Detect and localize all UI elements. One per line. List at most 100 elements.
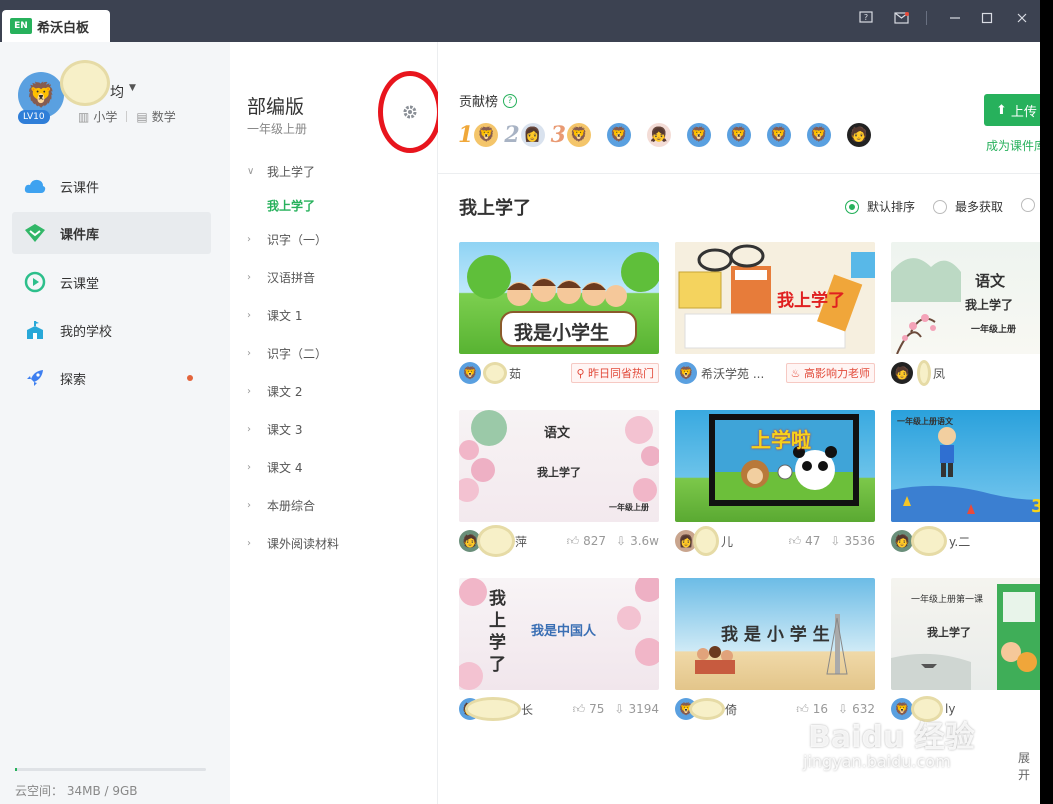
upload-button[interactable]: ⬆ 上传 [984,94,1040,126]
nav-item-explore[interactable]: 探索 [12,357,211,399]
sort-more-radio[interactable] [1021,198,1040,212]
rank-title-label: 贡献榜 [459,95,499,110]
contributor-avatar[interactable]: 👩 [520,123,545,147]
courseware-card[interactable]: 我 是 小 学 生 🦁 倚 👍︎ 16 ⇩ 632 [675,578,875,724]
contributor-avatar[interactable]: 🦁 [766,123,791,147]
expand-more-link[interactable]: 展开 [1018,749,1040,783]
nav-item-my-school[interactable]: 我的学校 [12,309,211,351]
catalog-item[interactable]: › 识字（二） [247,345,327,362]
author-avatar[interactable]: 🦁 [459,362,481,384]
author-name[interactable]: y.二 [949,533,970,550]
catalog-item[interactable]: › 汉语拼音 [247,269,315,286]
catalog-item[interactable]: › 本册综合 [247,497,315,514]
chevron-right-icon: › [247,386,251,397]
user-name[interactable]: 均 [110,82,124,102]
thumbs-up-icon[interactable]: 👍︎ [573,702,586,717]
card-footer: 🦁 希沃学苑 ... ♨ 高影响力老师 [675,358,875,388]
author-name[interactable]: 萍 [515,533,527,550]
contributor-avatar[interactable]: 🦁 [726,123,751,147]
mail-icon[interactable] [888,8,914,28]
redaction-blob [477,525,515,557]
author-name[interactable]: 长 [521,701,533,718]
courseware-card[interactable]: 我是小学生 🦁 茹 ⚲ 昨日同省热门 [459,242,659,388]
catalog-item[interactable]: › 课文 2 [247,383,302,400]
nav-item-cloud-courseware[interactable]: 云课件 [12,165,211,207]
contributor-avatar[interactable]: 👧 [646,123,671,147]
sort-default-radio[interactable]: 默认排序 [845,198,915,215]
contributor-avatar[interactable]: 🧑 [846,123,871,147]
catalog-item[interactable]: › 课文 4 [247,459,302,476]
catalog-subitem-selected[interactable]: 我上学了 [267,197,315,214]
help-icon[interactable]: ? [503,93,518,108]
download-icon[interactable]: ⇩ [616,534,626,548]
close-icon[interactable] [1009,8,1035,28]
author-avatar[interactable]: 🦁 [675,362,697,384]
textbook-title[interactable]: 部编版 [247,92,304,119]
card-stats: 👍︎ 75 ⇩ 3194 [573,702,659,717]
author-name[interactable]: 茹 [509,365,521,382]
maximize-icon[interactable] [974,8,1000,28]
courseware-card[interactable]: 我上学了 🦁 希沃学苑 ... ♨ 高影响力老师 [675,242,875,388]
author-name[interactable]: 希沃学苑 ... [701,365,764,382]
catalog-item-label: 课外阅读材料 [267,537,340,551]
author-name[interactable]: 儿 [721,533,733,550]
thumbnail-title: 一年级上册语文 [897,417,953,426]
thumbnail-title: 语文 [544,426,571,441]
author-avatar[interactable]: 🧑 [891,362,913,384]
contributor-avatar[interactable]: 🦁 [606,123,631,147]
courseware-card[interactable]: 上学啦 👩 儿 👍︎ 47 ⇩ 3536 [675,410,875,556]
catalog-item[interactable]: › 识字（一） [247,231,327,248]
author-name[interactable]: 凤 [933,365,945,382]
catalog-item[interactable]: › 课文 3 [247,421,302,438]
courseware-thumbnail[interactable]: 语文 我上学了 一年级上册 [891,242,1040,354]
become-contributor-link[interactable]: 成为课件库 [986,137,1040,154]
catalog-item[interactable]: ∨ 我上学了 [247,163,315,180]
catalog-item[interactable]: › 课外阅读材料 [247,535,339,552]
contributor-list: 1 🦁 2 👩 3 🦁 🦁 👧 🦁 🦁 🦁 🦁 🧑 [458,122,871,148]
courseware-thumbnail[interactable]: 3 4 5 一年级上册语文 [891,410,1040,522]
contributor-avatar[interactable]: 🦁 [686,123,711,147]
app-tab[interactable]: EN 希沃白板 [2,10,110,42]
courseware-thumbnail[interactable]: 一年级上册第一课 我上学了 [891,578,1040,690]
nav-item-cloud-classroom[interactable]: 云课堂 [12,261,211,303]
courseware-thumbnail[interactable]: 我 是 小 学 生 [675,578,875,690]
courseware-thumbnail[interactable]: 上学啦 [675,410,875,522]
stage-icon: ▥ [78,109,90,124]
thumbs-up-icon[interactable]: 👍︎ [789,534,802,549]
sort-most-fetched-radio[interactable]: 最多获取 [933,198,1003,215]
courseware-card[interactable]: 语文 我上学了 一年级上册 🧑 萍 👍︎ 827 ⇩ 3.6w [459,410,659,557]
catalog-item[interactable]: › 课文 1 [247,307,302,324]
download-icon[interactable]: ⇩ [830,534,840,548]
courseware-card[interactable]: 语文 我上学了 一年级上册 🧑 凤 ◆ [891,242,1040,388]
minimize-icon[interactable] [942,8,968,28]
upload-icon: ⬆ [996,102,1007,118]
user-meta: ▥ 小学 ▤ 数学 [78,108,176,125]
courseware-card[interactable]: 我上学了 我是中国人 🧑 长 👍︎75 ⇩3194 [459,578,659,724]
help-icon[interactable]: ? [853,8,879,28]
chevron-down-icon[interactable]: ▼ [129,83,136,93]
courseware-card[interactable]: 3 4 5 一年级上册语文 🧑 y.二 👍︎56 [891,410,1040,556]
thumbs-up-icon[interactable]: 👍︎ [796,702,809,717]
author-avatar[interactable]: 🧑 [891,530,913,552]
catalog-item-label: 识字（一） [267,233,328,247]
download-icon[interactable]: ⇩ [614,702,624,716]
thumbs-up-icon[interactable]: 👍︎ [567,534,580,549]
courseware-thumbnail[interactable]: 我上学了 我是中国人 [459,578,659,690]
nav-item-courseware-library[interactable]: 课件库 [12,212,211,254]
courseware-card[interactable]: 一年级上册第一课 我上学了 🦁 ly 👍︎224 [891,578,1040,724]
author-name[interactable]: 倚 [725,701,737,718]
contributor-avatar[interactable]: 🦁 [566,123,591,147]
contributor-avatar[interactable]: 🦁 [806,123,831,147]
like-count: 75 [589,702,605,716]
chevron-right-icon: › [247,462,251,473]
gear-icon[interactable] [402,104,418,125]
contributor-avatar[interactable]: 🦁 [474,123,499,147]
chevron-right-icon: › [247,538,251,549]
sort-label: 默认排序 [867,200,916,214]
courseware-thumbnail[interactable]: 语文 我上学了 一年级上册 [459,410,659,522]
thumbnail-grade: 一年级上册 [609,503,649,512]
courseware-thumbnail[interactable]: 我是小学生 [459,242,659,354]
catalog-item-label: 我上学了 [267,165,316,179]
courseware-thumbnail[interactable]: 我上学了 [675,242,875,354]
rank-number: 3 [550,122,566,148]
